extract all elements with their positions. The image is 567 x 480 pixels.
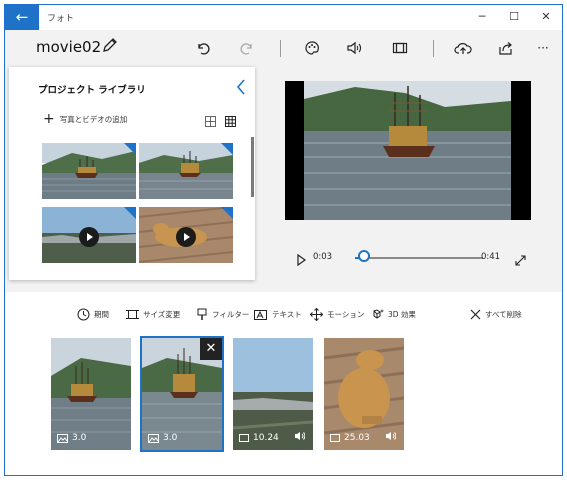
resize-label: サイズ変更 xyxy=(143,309,181,319)
clip-duration-label: 10.24 xyxy=(253,433,279,443)
duration-label: 期間 xyxy=(94,309,109,319)
clip-duration-label: 25.03 xyxy=(344,433,370,443)
more-options-button[interactable]: ··· xyxy=(532,37,554,59)
audio-speaker-icon[interactable] xyxy=(294,431,305,441)
resize-icon xyxy=(126,309,139,319)
background-music-icon[interactable] xyxy=(343,37,365,59)
text-button[interactable]: テキスト xyxy=(254,307,302,321)
filters-label: フィルター xyxy=(212,309,250,319)
remove-all-label: すべて削除 xyxy=(485,309,522,319)
video-play-icon xyxy=(176,227,196,247)
seek-thumb[interactable] xyxy=(357,250,370,262)
selected-flag xyxy=(124,143,136,155)
minimize-button[interactable]: ─ xyxy=(466,5,498,30)
motion-label: モーション xyxy=(327,309,365,319)
photo-icon xyxy=(57,433,68,443)
clip-duration-label: 3.0 xyxy=(72,433,87,443)
clip-duration-label: 3.0 xyxy=(163,433,178,443)
library-item[interactable] xyxy=(139,207,233,263)
total-duration: 0:41 xyxy=(481,252,501,262)
library-item[interactable] xyxy=(42,143,136,199)
remove-clip-button[interactable]: ✕ xyxy=(200,338,222,360)
audio-speaker-icon[interactable] xyxy=(385,431,396,441)
selected-flag xyxy=(221,207,233,219)
project-library-panel: プロジェクト ライブラリ + 写真とビデオの追加 xyxy=(9,67,255,280)
redo-icon[interactable] xyxy=(236,37,258,59)
play-icon[interactable] xyxy=(296,251,307,267)
app-window: ← フォト ─ ☐ ✕ movie02 ··· プロジェクト ライブラリ + 写… xyxy=(4,4,563,476)
library-scrollbar[interactable] xyxy=(251,137,254,197)
collapse-library-chevron-icon[interactable] xyxy=(233,77,249,97)
storyboard-card[interactable]: 3.0 xyxy=(51,338,131,450)
toolbar-divider xyxy=(280,40,281,57)
aspect-ratio-icon[interactable] xyxy=(389,37,411,59)
video-preview xyxy=(285,81,531,220)
filters-button[interactable]: フィルター xyxy=(196,307,249,321)
photo-icon xyxy=(148,433,159,443)
3d-effects-label: 3D 効果 xyxy=(388,309,416,319)
close-button[interactable]: ✕ xyxy=(530,5,562,30)
current-time: 0:03 xyxy=(313,252,333,262)
share-icon[interactable] xyxy=(495,37,517,59)
motion-button[interactable]: モーション xyxy=(310,307,364,321)
resize-button[interactable]: サイズ変更 xyxy=(126,307,180,321)
library-title: プロジェクト ライブラリ xyxy=(38,85,146,96)
seek-bar[interactable] xyxy=(355,257,483,259)
theme-palette-icon[interactable] xyxy=(301,37,323,59)
cloud-upload-icon[interactable] xyxy=(452,37,474,59)
storyboard-card[interactable]: 25.03 xyxy=(324,338,404,450)
back-button[interactable]: ← xyxy=(5,5,39,30)
video-clip-icon xyxy=(239,434,249,442)
3d-effects-icon xyxy=(373,308,384,319)
selected-flag xyxy=(124,207,136,219)
selected-flag xyxy=(221,143,233,155)
storyboard: 期間 サイズ変更 フィルター テキスト モーション 3D 効果 すべて削除 3.… xyxy=(5,292,562,475)
clip-duration: 3.0 xyxy=(148,433,177,443)
playback-controls: 0:03 0:41 xyxy=(285,245,531,269)
clip-duration: 10.24 xyxy=(239,433,279,443)
text-label: テキスト xyxy=(272,309,302,319)
storyboard-card-selected[interactable]: ✕ 3.0 xyxy=(140,336,224,452)
small-grid-view-icon[interactable] xyxy=(225,112,236,127)
app-title: フォト xyxy=(47,14,75,24)
project-name[interactable]: movie02 xyxy=(36,38,101,56)
3d-effects-button[interactable]: 3D 効果 xyxy=(371,307,416,321)
video-play-icon xyxy=(79,227,99,247)
editor-header: movie02 ··· xyxy=(5,30,562,68)
add-label: 写真とビデオの追加 xyxy=(59,114,128,124)
video-clip-icon xyxy=(330,434,340,442)
library-item[interactable] xyxy=(139,143,233,199)
filter-brush-icon xyxy=(197,308,207,320)
toolbar-divider xyxy=(433,40,434,57)
plus-icon: + xyxy=(43,111,55,127)
close-icon xyxy=(470,309,481,319)
text-icon xyxy=(254,309,267,320)
maximize-button[interactable]: ☐ xyxy=(498,5,530,30)
add-photos-videos-button[interactable]: + 写真とビデオの追加 xyxy=(43,112,127,126)
storyboard-card[interactable]: 10.24 xyxy=(233,338,313,450)
duration-button[interactable]: 期間 xyxy=(77,307,109,321)
motion-icon xyxy=(310,307,323,321)
remove-all-button[interactable]: すべて削除 xyxy=(470,307,522,321)
library-item[interactable] xyxy=(42,207,136,263)
title-bar: ← フォト ─ ☐ ✕ xyxy=(5,5,562,30)
clock-icon xyxy=(77,308,90,320)
large-grid-view-icon[interactable] xyxy=(205,112,216,127)
clip-duration: 3.0 xyxy=(57,433,86,443)
fullscreen-expand-icon[interactable] xyxy=(515,251,526,266)
undo-icon[interactable] xyxy=(192,37,214,59)
clip-duration: 25.03 xyxy=(330,433,370,443)
rename-pencil-icon[interactable] xyxy=(101,36,119,54)
